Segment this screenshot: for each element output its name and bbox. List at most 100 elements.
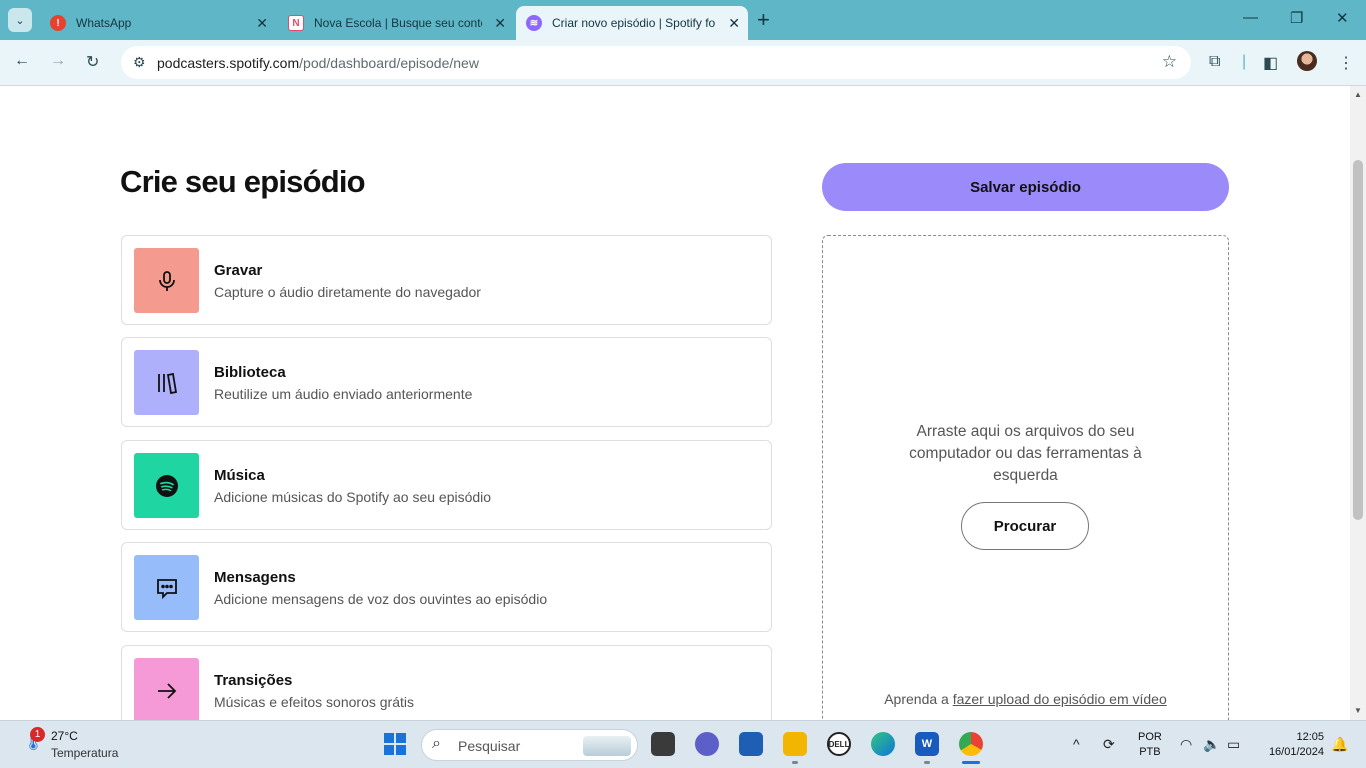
url-text[interactable]: podcasters.spotify.com/pod/dashboard/epi… — [157, 55, 479, 71]
tool-tile — [134, 453, 199, 518]
tab-spotify-new-episode[interactable]: ≋ Criar novo episódio | Spotify fo ✕ — [516, 6, 748, 40]
clock-date: 16/01/2024 — [1268, 746, 1324, 758]
toolbar-divider: | — [1242, 53, 1247, 70]
side-panel-icon[interactable]: ◧ — [1263, 53, 1278, 73]
nova-escola-icon: N — [288, 15, 304, 31]
dell-icon[interactable]: DELL — [827, 732, 851, 756]
page-scrollbar[interactable]: ▲ ▼ — [1350, 86, 1366, 720]
bookmark-star-icon[interactable]: ☆ — [1162, 52, 1177, 72]
page-title: Crie seu episódio — [120, 164, 366, 199]
tool-tile — [134, 248, 199, 313]
tool-record-card[interactable]: Gravar Capture o áudio diretamente do na… — [121, 235, 772, 325]
language-code: POR — [1138, 731, 1162, 743]
alert-icon: ! — [50, 15, 66, 31]
browse-button[interactable]: Procurar — [961, 502, 1089, 550]
dropzone-text: Arraste aqui os arquivos do seu computad… — [909, 423, 1142, 484]
tool-name: Música — [214, 467, 265, 484]
clock[interactable]: 12:05 16/01/2024 — [1260, 730, 1324, 760]
upload-dropzone[interactable]: Arraste aqui os arquivos do seu computad… — [822, 235, 1229, 720]
keyboard-layout: PTB — [1139, 746, 1161, 758]
close-window-icon[interactable]: ✕ — [1336, 9, 1349, 27]
new-tab-button[interactable]: + — [757, 8, 770, 32]
podcast-icon: ≋ — [526, 15, 542, 31]
microsoft-store-icon[interactable] — [739, 732, 763, 756]
close-icon[interactable]: ✕ — [256, 15, 268, 32]
tool-messages-card[interactable]: Mensagens Adicione mensagens de voz dos … — [121, 542, 772, 632]
clock-time: 12:05 — [1296, 731, 1324, 743]
taskbar: 🌡 1 27°C Temperatura ⌕ Pesquisar DELL W … — [0, 720, 1366, 768]
tool-name: Mensagens — [214, 569, 296, 586]
app-running-indicator — [924, 761, 930, 764]
tab-title: Criar novo episódio | Spotify fo — [552, 16, 716, 30]
tool-tile — [134, 658, 199, 720]
chevron-up-icon[interactable]: ^ — [1073, 736, 1080, 752]
tool-description: Adicione músicas do Spotify ao seu episó… — [214, 489, 492, 505]
browser-tab-strip: ⌄ ! WhatsApp ✕ N Nova Escola | Busque se… — [0, 0, 1366, 40]
reload-icon[interactable]: ↻ — [86, 52, 99, 72]
scrollbar-thumb[interactable] — [1353, 160, 1363, 520]
chrome-icon[interactable] — [959, 732, 983, 756]
spotify-icon — [155, 474, 178, 497]
video-upload-help: Aprenda a fazer upload do episódio em ví… — [823, 691, 1228, 707]
back-icon[interactable]: ← — [14, 52, 30, 70]
tool-music-card[interactable]: Música Adicione músicas do Spotify ao se… — [121, 440, 772, 530]
search-placeholder: Pesquisar — [458, 738, 521, 754]
weather-badge: 1 — [30, 727, 45, 742]
site-info-icon[interactable]: ⚙ — [133, 54, 146, 71]
task-view-icon[interactable] — [651, 732, 675, 756]
close-icon[interactable]: ✕ — [494, 15, 506, 32]
tab-nova-escola[interactable]: N Nova Escola | Busque seu conte ✕ — [278, 6, 514, 40]
tab-title: WhatsApp — [76, 16, 132, 30]
word-icon[interactable]: W — [915, 732, 939, 756]
tool-description: Capture o áudio diretamente do navegador — [214, 284, 481, 300]
tool-description: Músicas e efeitos sonoros grátis — [214, 694, 414, 710]
tool-name: Transições — [214, 672, 293, 689]
tool-description: Adicione mensagens de voz dos ouvintes a… — [214, 591, 548, 607]
teams-chat-icon[interactable] — [695, 732, 719, 756]
notification-bell-icon[interactable]: 🔔 — [1331, 736, 1348, 753]
forward-icon[interactable]: → — [50, 52, 66, 70]
search-icon: ⌕ — [432, 735, 441, 752]
tool-transitions-card[interactable]: Transições Músicas e efeitos sonoros grá… — [121, 645, 772, 720]
close-icon[interactable]: ✕ — [728, 15, 740, 32]
tool-library-card[interactable]: Biblioteca Reutilize um áudio enviado an… — [121, 337, 772, 427]
tool-name: Biblioteca — [214, 364, 286, 381]
volume-icon[interactable]: 🔈 — [1203, 736, 1220, 753]
windows-start-icon[interactable] — [384, 733, 406, 755]
wifi-icon[interactable]: ◠ — [1180, 736, 1192, 753]
address-bar[interactable]: ⚙ podcasters.spotify.com/pod/dashboard/e… — [121, 46, 1191, 79]
arrow-right-icon — [157, 682, 176, 699]
message-icon — [156, 578, 177, 599]
app-active-indicator — [962, 761, 980, 764]
minimize-icon[interactable]: — — [1243, 9, 1258, 26]
extensions-icon[interactable]: ⧉ — [1209, 53, 1220, 71]
weather-temperature[interactable]: 27°C — [51, 729, 78, 743]
profile-avatar[interactable] — [1297, 51, 1317, 71]
restore-icon[interactable]: ❐ — [1290, 9, 1303, 27]
search-highlight-image — [583, 736, 631, 756]
file-explorer-icon[interactable] — [783, 732, 807, 756]
weather-condition[interactable]: Temperatura — [51, 746, 118, 760]
tab-whatsapp[interactable]: ! WhatsApp ✕ — [40, 6, 276, 40]
tool-description: Reutilize um áudio enviado anteriormente — [214, 386, 473, 402]
tab-search-button[interactable]: ⌄ — [8, 8, 32, 32]
tool-tile — [134, 350, 199, 415]
tool-tile — [134, 555, 199, 620]
library-icon — [157, 372, 177, 394]
microphone-icon — [158, 270, 175, 291]
app-running-indicator — [792, 761, 798, 764]
page-content: Crie seu episódio Gravar Capture o áudio… — [0, 86, 1350, 720]
video-upload-link[interactable]: fazer upload do episódio em vídeo — [953, 691, 1167, 707]
battery-icon[interactable]: ▭ — [1227, 736, 1240, 753]
tab-title: Nova Escola | Busque seu conte — [314, 16, 482, 30]
input-language[interactable]: POR PTB — [1138, 730, 1162, 760]
taskbar-search[interactable]: ⌕ Pesquisar — [421, 729, 638, 761]
edge-icon[interactable] — [871, 732, 895, 756]
tool-name: Gravar — [214, 262, 263, 279]
save-episode-button[interactable]: Salvar episódio — [822, 163, 1229, 211]
scroll-down-icon[interactable]: ▼ — [1354, 706, 1362, 715]
menu-kebab-icon[interactable]: ⋮ — [1338, 53, 1354, 73]
scroll-up-icon[interactable]: ▲ — [1354, 90, 1362, 99]
browser-toolbar: ← → ↻ ⚙ podcasters.spotify.com/pod/dashb… — [0, 40, 1366, 86]
sync-icon[interactable]: ⟳ — [1103, 736, 1115, 753]
